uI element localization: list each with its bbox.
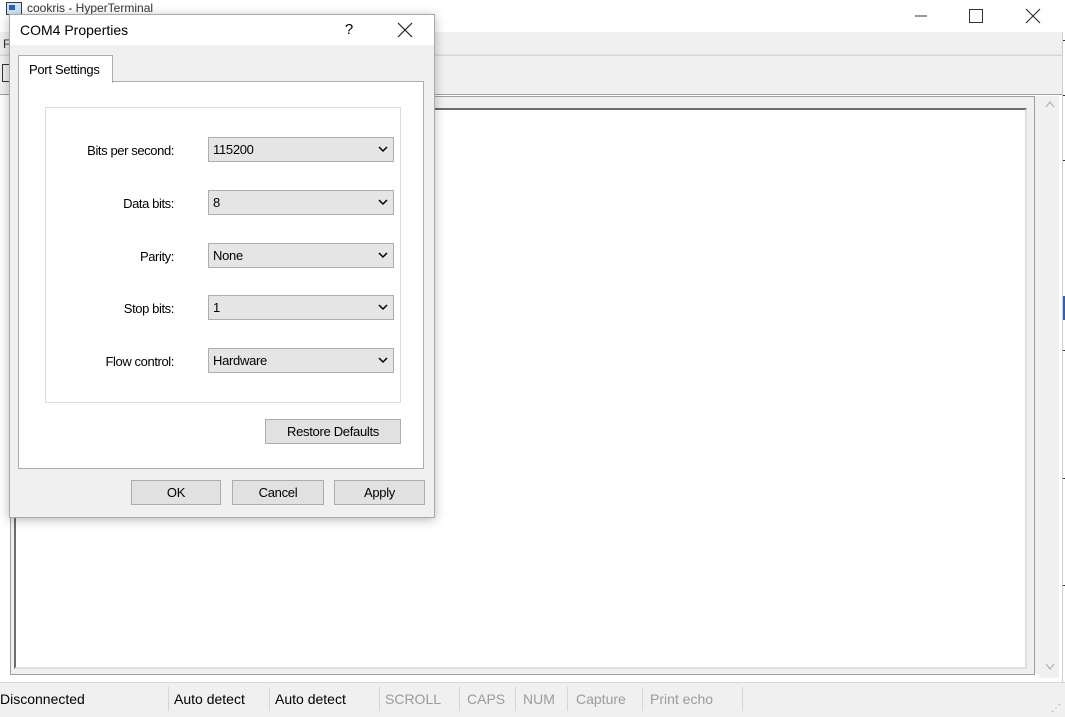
status-num: NUM [517,687,568,711]
scroll-down-arrow[interactable] [1041,660,1058,677]
dialog-titlebar: COM4 Properties ? [10,15,434,45]
close-icon [1025,8,1041,24]
status-detect-2: Auto detect [269,687,380,711]
status-print-echo: Print echo [644,687,743,711]
minimize-button[interactable] [898,0,944,32]
help-button[interactable]: ? [337,18,361,42]
chevron-down-icon [378,357,388,364]
flow-control-dropdown[interactable]: Hardware [208,348,394,373]
chevron-down-icon [378,252,388,259]
status-connection: Disconnected [0,687,169,711]
stop-bits-label: Stop bits: [123,301,175,316]
settings-group: Bits per second: 115200 Data bits: 8 Par… [45,107,401,403]
chevron-down-icon [378,199,388,206]
dropdown-value: 1 [213,300,220,315]
main-window-title: cookris - HyperTerminal [27,1,154,15]
status-bar: Disconnected Auto detect Auto detect SCR… [0,682,1065,717]
resize-grip-icon[interactable]: ⋰ [1051,703,1061,714]
flow-control-label: Flow control: [105,354,175,369]
data-bits-label: Data bits: [123,196,174,211]
dialog-close-button[interactable] [390,18,420,42]
port-settings-panel: Bits per second: 115200 Data bits: 8 Par… [18,81,424,469]
chevron-down-icon [378,304,388,311]
tab-port-settings[interactable]: Port Settings [18,55,113,83]
parity-label: Parity: [139,249,174,264]
dropdown-value: 8 [213,195,220,210]
status-detect-1: Auto detect [168,687,270,711]
chevron-down-icon [378,146,388,153]
stop-bits-dropdown[interactable]: 1 [208,295,394,320]
restore-defaults-button[interactable]: Restore Defaults [265,419,401,444]
data-bits-dropdown[interactable]: 8 [208,190,394,215]
dialog-title: COM4 Properties [20,22,129,38]
parity-dropdown[interactable]: None [208,243,394,268]
bits-per-second-dropdown[interactable]: 115200 [208,137,394,162]
maximize-button[interactable] [953,0,999,32]
tab-label: Port Settings [29,62,100,77]
dropdown-value: 115200 [213,142,254,157]
bits-per-second-label: Bits per second: [87,143,174,158]
cancel-button[interactable]: Cancel [232,480,324,505]
close-icon [397,22,413,38]
close-window-button[interactable] [1010,0,1056,32]
com4-properties-dialog: COM4 Properties ? Port Settings Bits per… [9,14,435,518]
vertical-scrollbar[interactable] [1040,96,1059,678]
scroll-up-arrow[interactable] [1041,97,1058,114]
ok-button[interactable]: OK [131,480,221,505]
status-capture: Capture [570,687,643,711]
status-caps: CAPS [461,687,516,711]
dropdown-value: None [213,248,243,263]
minimize-icon [915,15,927,17]
maximize-icon [969,9,983,23]
dropdown-value: Hardware [213,353,267,368]
apply-button[interactable]: Apply [334,480,425,505]
status-scroll: SCROLL [379,687,460,711]
